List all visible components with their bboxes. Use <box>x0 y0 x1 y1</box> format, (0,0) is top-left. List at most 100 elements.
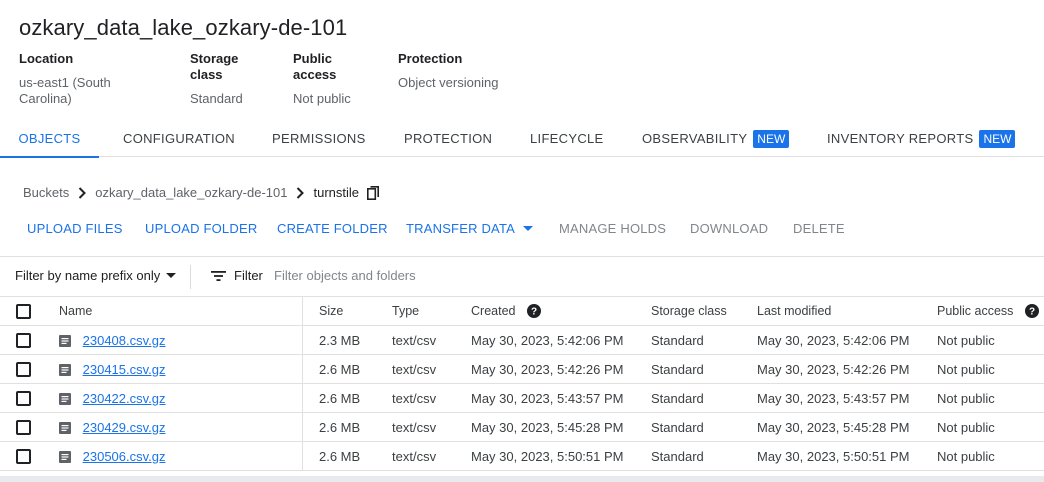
breadcrumb-bucket[interactable]: ozkary_data_lake_ozkary-de-101 <box>95 185 287 200</box>
filter-input[interactable] <box>274 268 574 283</box>
manage-holds-button[interactable]: MANAGE HOLDS <box>559 221 666 236</box>
table-row[interactable]: 230408.csv.gz 2.3 MB text/csv May 30, 20… <box>0 325 1044 355</box>
tab-protection-label: PROTECTION <box>404 131 493 146</box>
col-type[interactable]: Type <box>392 296 471 326</box>
row-checkbox[interactable] <box>16 420 31 436</box>
size-cell: 2.6 MB <box>319 383 392 413</box>
col-public-access[interactable]: Public access ? <box>937 296 1044 326</box>
table-row[interactable]: 230506.csv.gz 2.6 MB text/csv May 30, 20… <box>0 441 1044 471</box>
upload-files-button[interactable]: UPLOAD FILES <box>27 221 123 236</box>
storage-class-cell: Standard <box>651 325 757 355</box>
meta-storage-class-value: Standard <box>190 91 243 106</box>
filter-prefix-dropdown[interactable]: Filter by name prefix only <box>15 268 177 283</box>
breadcrumb: Buckets ozkary_data_lake_ozkary-de-101 t… <box>23 185 380 200</box>
col-storage-class-label: Storage class <box>651 304 727 318</box>
meta-storage-class: Storage class Standard <box>190 51 269 107</box>
col-spacer <box>303 296 319 326</box>
caret-down-icon <box>166 272 177 279</box>
svg-text:?: ? <box>531 307 537 318</box>
meta-location-label: Location <box>19 51 74 66</box>
tab-observability[interactable]: OBSERVABILITY NEW <box>642 120 790 157</box>
new-badge: NEW <box>753 129 790 148</box>
help-icon[interactable]: ? <box>526 304 541 319</box>
created-cell: May 30, 2023, 5:42:06 PM <box>471 325 651 355</box>
table-row[interactable]: 230422.csv.gz 2.6 MB text/csv May 30, 20… <box>0 383 1044 413</box>
delete-button[interactable]: DELETE <box>793 221 845 236</box>
spacer-cell <box>303 325 319 355</box>
filter-prefix-label: Filter by name prefix only <box>15 268 161 283</box>
select-all-cell <box>0 296 47 326</box>
meta-public-access-value: Not public <box>293 91 351 106</box>
last-modified-cell: May 30, 2023, 5:42:06 PM <box>757 325 937 355</box>
col-last-modified-label: Last modified <box>757 304 832 318</box>
meta-protection: Protection Object versioning <box>398 51 498 107</box>
spacer-cell <box>303 354 319 384</box>
col-size-label: Size <box>319 304 344 318</box>
breadcrumb-current-folder: turnstile <box>313 185 360 200</box>
meta-protection-label: Protection <box>398 51 463 66</box>
upload-folder-button[interactable]: UPLOAD FOLDER <box>145 221 257 236</box>
row-select-cell <box>0 441 47 471</box>
filter-bar: Filter by name prefix only Filter <box>0 256 1044 296</box>
row-checkbox[interactable] <box>16 333 31 349</box>
row-checkbox[interactable] <box>16 391 31 407</box>
row-checkbox[interactable] <box>16 449 31 465</box>
meta-storage-class-label: Storage class <box>190 51 239 82</box>
download-button[interactable]: DOWNLOAD <box>690 221 768 236</box>
filter-list-icon <box>211 270 226 281</box>
objects-table: Name Size Type Created ? Storage class L… <box>0 296 1044 471</box>
svg-text:?: ? <box>1029 307 1035 318</box>
name-cell: 230422.csv.gz <box>47 383 303 413</box>
col-last-modified[interactable]: Last modified <box>757 296 937 326</box>
table-row[interactable]: 230429.csv.gz 2.6 MB text/csv May 30, 20… <box>0 412 1044 442</box>
copy-icon[interactable] <box>367 185 380 200</box>
table-row[interactable]: 230415.csv.gz 2.6 MB text/csv May 30, 20… <box>0 354 1044 384</box>
tab-configuration-label: CONFIGURATION <box>123 131 235 146</box>
bucket-title: ozkary_data_lake_ozkary-de-101 <box>19 15 348 40</box>
name-cell: 230408.csv.gz <box>47 325 303 355</box>
select-all-checkbox[interactable] <box>16 303 31 319</box>
col-created[interactable]: Created ? <box>471 296 651 326</box>
col-size[interactable]: Size <box>319 296 392 326</box>
object-actions-toolbar: UPLOAD FILES UPLOAD FOLDER CREATE FOLDER… <box>0 221 1044 241</box>
file-icon <box>59 393 71 406</box>
col-name[interactable]: Name <box>47 296 303 326</box>
meta-protection-value: Object versioning <box>398 75 499 90</box>
tab-inventory-reports[interactable]: INVENTORY REPORTS NEW <box>827 120 1016 157</box>
public-access-cell: Not public <box>937 441 1044 471</box>
type-cell: text/csv <box>392 412 471 442</box>
table-header-row: Name Size Type Created ? Storage class L… <box>0 296 1044 326</box>
tab-permissions[interactable]: PERMISSIONS <box>272 120 366 157</box>
public-access-cell: Not public <box>937 383 1044 413</box>
tab-lifecycle[interactable]: LIFECYCLE <box>530 120 604 157</box>
divider <box>190 265 191 289</box>
caret-down-icon <box>523 225 534 232</box>
tab-protection[interactable]: PROTECTION <box>404 120 492 157</box>
filter-button[interactable]: Filter <box>211 268 263 283</box>
tab-inventory-reports-label: INVENTORY REPORTS <box>827 131 974 146</box>
file-name-link[interactable]: 230506.csv.gz <box>83 449 166 464</box>
file-name-link[interactable]: 230408.csv.gz <box>83 333 166 348</box>
breadcrumb-buckets[interactable]: Buckets <box>23 185 69 200</box>
tab-configuration[interactable]: CONFIGURATION <box>123 120 235 157</box>
created-cell: May 30, 2023, 5:43:57 PM <box>471 383 651 413</box>
file-name-link[interactable]: 230429.csv.gz <box>83 420 166 435</box>
meta-location: Location us-east1 (South Carolina) <box>19 51 166 107</box>
transfer-data-button[interactable]: TRANSFER DATA <box>406 221 534 236</box>
col-created-label: Created <box>471 303 516 318</box>
row-checkbox[interactable] <box>16 362 31 378</box>
type-cell: text/csv <box>392 383 471 413</box>
horizontal-scrollbar[interactable] <box>0 476 1044 482</box>
public-access-cell: Not public <box>937 412 1044 442</box>
file-name-link[interactable]: 230422.csv.gz <box>83 391 166 406</box>
col-storage-class[interactable]: Storage class <box>651 296 757 326</box>
create-folder-button[interactable]: CREATE FOLDER <box>277 221 388 236</box>
help-icon[interactable]: ? <box>1024 304 1039 319</box>
spacer-cell <box>303 383 319 413</box>
file-name-link[interactable]: 230415.csv.gz <box>83 362 166 377</box>
created-cell: May 30, 2023, 5:45:28 PM <box>471 412 651 442</box>
tab-objects[interactable]: OBJECTS <box>0 120 99 158</box>
last-modified-cell: May 30, 2023, 5:43:57 PM <box>757 383 937 413</box>
type-cell: text/csv <box>392 354 471 384</box>
bucket-meta: Location us-east1 (South Carolina) Stora… <box>19 51 522 107</box>
